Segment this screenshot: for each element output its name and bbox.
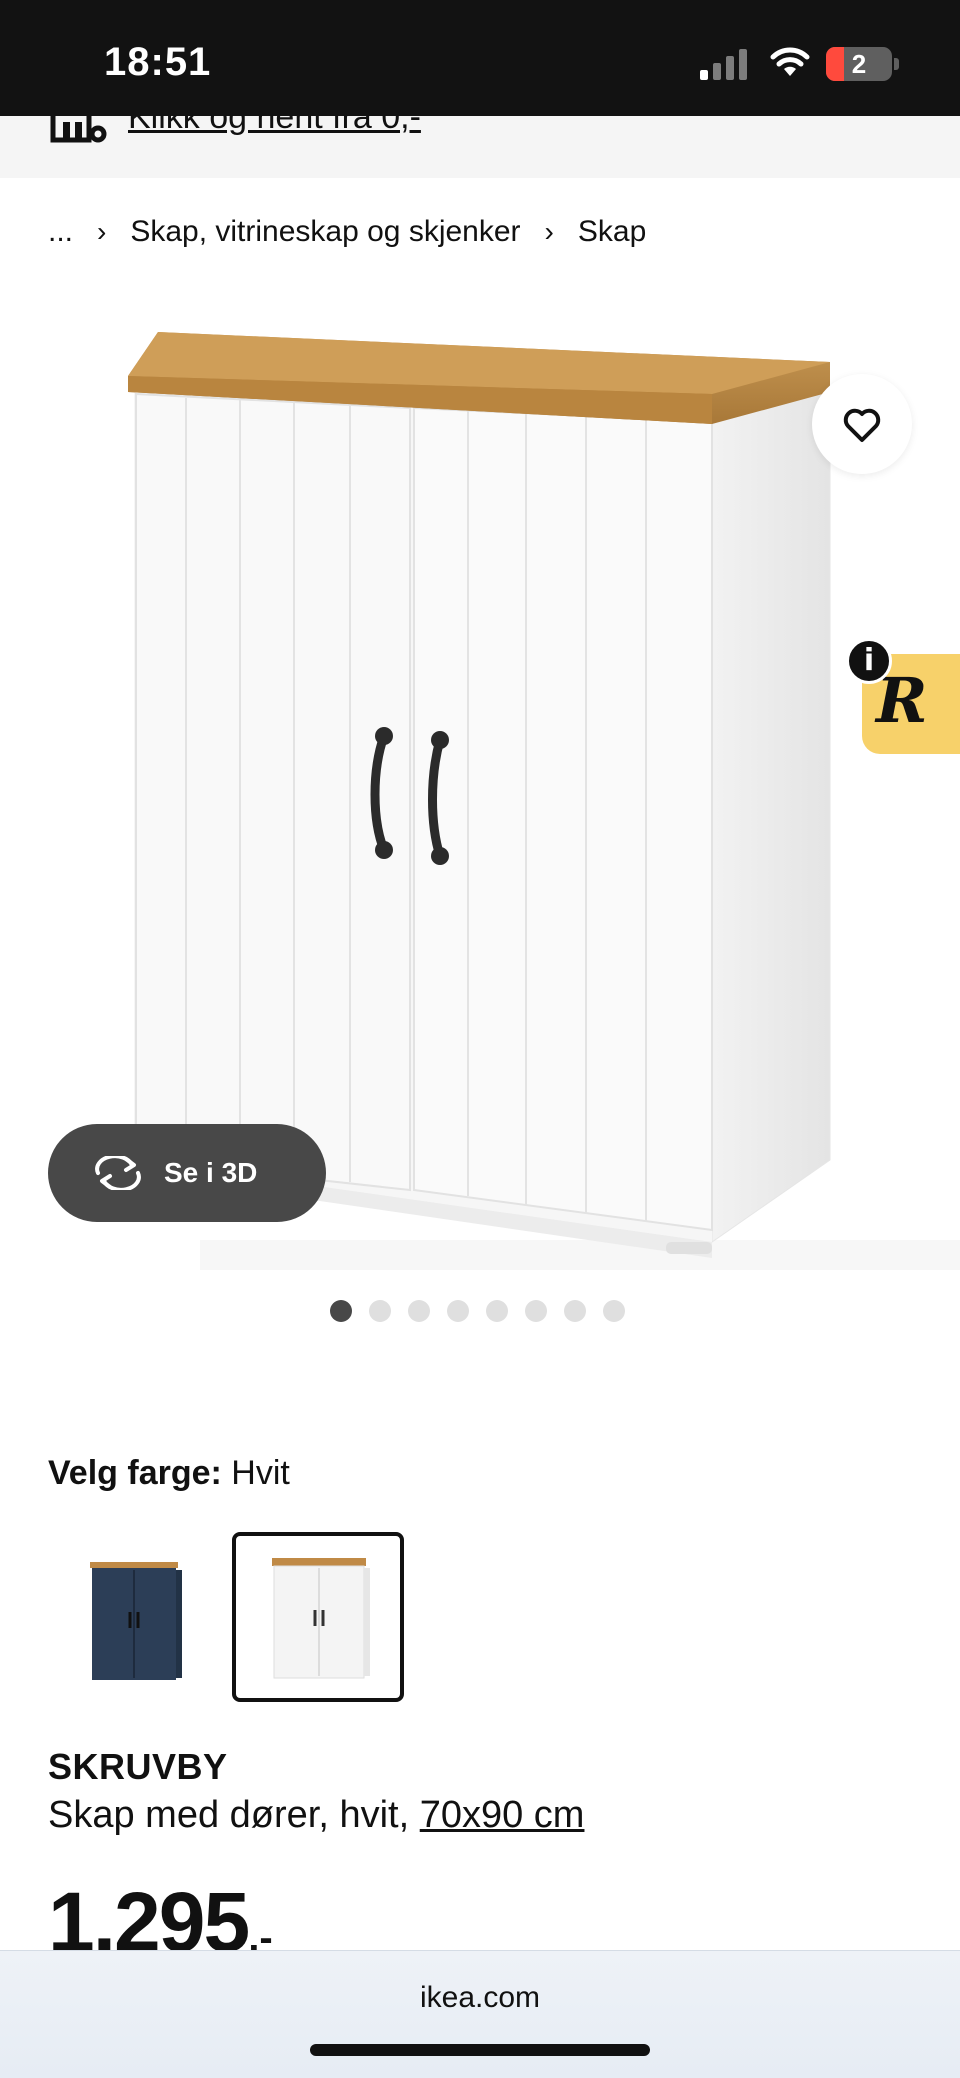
chevron-right-icon: › [97, 216, 107, 247]
battery-tip [894, 58, 899, 70]
color-selector-heading: Velg farge: Hvit [48, 1454, 290, 1493]
chevron-right-icon: › [544, 216, 554, 247]
carousel-dot[interactable] [408, 1300, 430, 1322]
carousel-dot[interactable] [369, 1300, 391, 1322]
product-description: Skap med dører, hvit, 70x90 cm [48, 1794, 584, 1837]
product-description-text: Skap med dører, hvit, [48, 1794, 410, 1836]
color-option-white[interactable] [232, 1532, 404, 1702]
browser-address-bar[interactable]: ikea.com [0, 1950, 960, 2078]
carousel-dot[interactable] [603, 1300, 625, 1322]
color-label: Velg farge: [48, 1454, 222, 1492]
wifi-icon [770, 47, 810, 76]
battery-icon: 2 [826, 47, 892, 81]
carousel-dot[interactable] [330, 1300, 352, 1322]
product-size-link[interactable]: 70x90 cm [420, 1794, 585, 1836]
info-icon[interactable]: i [846, 638, 892, 684]
add-to-favorites-button[interactable] [812, 374, 912, 474]
carousel-dot[interactable] [564, 1300, 586, 1322]
view-3d-label: Se i 3D [164, 1157, 258, 1188]
promo-strip: Klikk og hent fra 0,- [0, 116, 960, 178]
breadcrumb-item-cabinets[interactable]: Skap [578, 215, 646, 249]
status-bar: 18:51 2 [0, 0, 960, 116]
white-cabinet-thumbnail [272, 1558, 370, 1679]
signal-icon [700, 48, 750, 80]
color-option-blue[interactable] [48, 1532, 220, 1702]
breadcrumb-item-cabinets-category[interactable]: Skap, vitrineskap og skjenker [130, 215, 520, 249]
carousel-dot[interactable] [447, 1300, 469, 1322]
product-name: SKRUVBY [48, 1746, 228, 1787]
breadcrumb: ... › Skap, vitrineskap og skjenker › Sk… [48, 212, 646, 252]
carousel-dots [330, 1300, 625, 1322]
product-page: 18:51 2 Klikk og hent fra 0,- ... › Skap… [0, 0, 960, 2078]
battery-level: 2 [851, 49, 867, 79]
status-time: 18:51 [104, 40, 212, 84]
selected-color: Hvit [231, 1454, 290, 1492]
store-pickup-icon [50, 116, 107, 143]
view-3d-button[interactable]: Se i 3D [48, 1124, 326, 1222]
carousel-dot[interactable] [486, 1300, 508, 1322]
blue-cabinet-thumbnail [90, 1562, 182, 1680]
click-and-collect-link[interactable]: Klikk og hent fra 0,- [128, 116, 421, 137]
heart-icon [843, 408, 881, 442]
breadcrumb-item-more[interactable]: ... [48, 215, 73, 249]
home-indicator[interactable] [310, 2044, 650, 2056]
rotate-3d-icon [95, 1156, 141, 1190]
carousel-dot[interactable] [525, 1300, 547, 1322]
url-text[interactable]: ikea.com [0, 1981, 960, 2015]
